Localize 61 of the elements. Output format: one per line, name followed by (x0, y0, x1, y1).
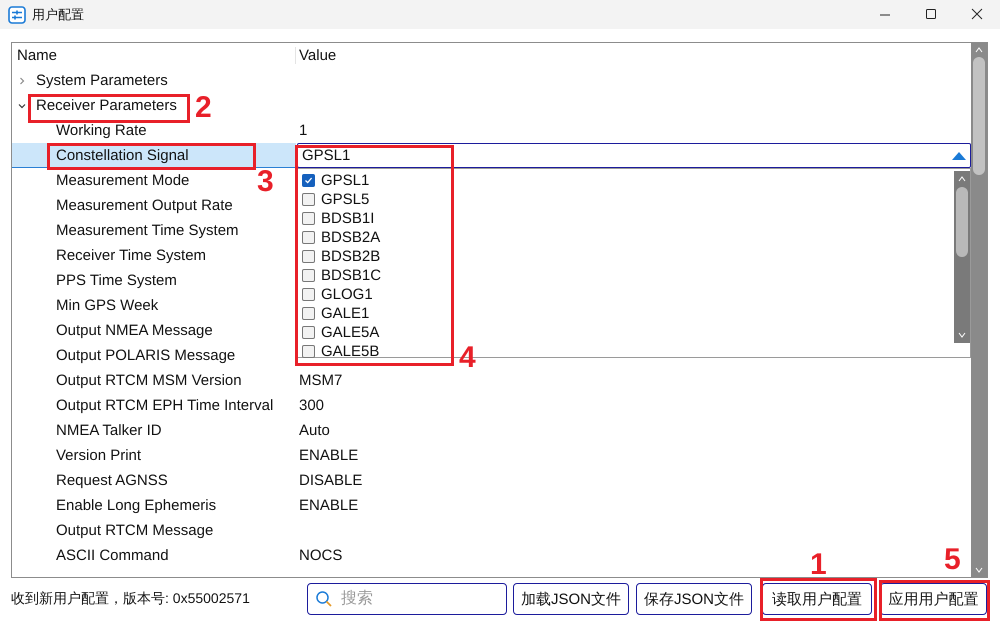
annotation-number: 3 (257, 167, 274, 197)
name-cell[interactable]: Output NMEA Message (56, 322, 213, 339)
name-cell[interactable]: Output RTCM MSM Version (56, 372, 242, 389)
checkbox-option[interactable]: BDSB2B (298, 247, 380, 266)
column-header[interactable]: Name (12, 47, 296, 64)
annotation-number: 2 (195, 93, 212, 123)
tree-item[interactable]: Receiver Parameters (36, 97, 177, 114)
name-cell[interactable]: NMEA Talker ID (56, 422, 162, 439)
name-cell[interactable]: Measurement Time System (56, 222, 239, 239)
tree-item[interactable]: System Parameters (36, 72, 168, 89)
checkbox-option[interactable]: GPSL1 (298, 171, 370, 190)
value-cell-text: ENABLE (298, 497, 358, 514)
checkbox-option[interactable]: GALE5B (298, 342, 380, 361)
app-icon (8, 6, 26, 24)
dropdown-field[interactable]: GPSL1 (297, 143, 971, 168)
checkbox-option[interactable]: BDSB2A (298, 228, 380, 247)
checkbox-option[interactable]: GLOG1 (298, 285, 373, 304)
checkbox-option[interactable]: GPSL5 (298, 190, 370, 209)
annotation-number: 1 (810, 550, 827, 580)
name-cell[interactable]: Measurement Output Rate (56, 197, 233, 214)
status-text: 收到新用户配置，版本号: 0x55002571 (11, 590, 251, 608)
checkbox-option[interactable]: BDSB1I (298, 209, 374, 228)
search-field[interactable]: 搜索 (307, 583, 507, 615)
annotation-number: 5 (944, 545, 961, 575)
name-cell[interactable]: Output POLARIS Message (56, 347, 236, 364)
name-cell[interactable]: Enable Long Ephemeris (56, 497, 216, 514)
value-cell-text: Auto (298, 422, 330, 439)
name-cell[interactable]: Min GPS Week (56, 297, 158, 314)
name-cell[interactable]: Request AGNSS (56, 472, 168, 489)
value-cell-text: ENABLE (298, 447, 358, 464)
action-button[interactable]: 保存JSON文件 (636, 583, 752, 615)
window-title: 用户配置 (32, 6, 84, 24)
scrollbar[interactable] (954, 171, 970, 343)
value-cell-text: DISABLE (298, 472, 362, 489)
scrollbar-thumb[interactable] (956, 187, 968, 257)
name-cell[interactable]: Version Print (56, 447, 142, 464)
scrollbar[interactable] (971, 43, 987, 577)
check-icon (304, 176, 313, 185)
scrollbar-thumb[interactable] (973, 57, 985, 175)
checkbox-option[interactable]: GALE5A (298, 323, 380, 342)
name-cell[interactable]: Working Rate (56, 122, 147, 139)
name-cell[interactable]: Constellation Signal (56, 146, 189, 164)
value-cell-text: NOCS (298, 547, 342, 564)
name-cell[interactable]: Receiver Time System (56, 247, 206, 264)
action-button[interactable]: 应用用户配置 (880, 583, 987, 615)
name-cell[interactable]: Output RTCM Message (56, 522, 214, 539)
action-button[interactable]: 读取用户配置 (762, 583, 872, 615)
value-cell-text: 300 (298, 397, 324, 414)
search-icon (315, 590, 333, 608)
name-cell[interactable]: Output RTCM EPH Time Interval (56, 397, 274, 414)
name-cell[interactable]: PPS Time System (56, 272, 177, 289)
checkbox-option[interactable]: GALE1 (298, 304, 370, 323)
name-cell[interactable]: ASCII Command (56, 547, 169, 564)
action-button[interactable]: 加载JSON文件 (513, 583, 629, 615)
value-cell-text: 1 (298, 122, 308, 139)
value-cell-text: MSM7 (298, 372, 342, 389)
checkbox-option[interactable]: BDSB1C (298, 266, 382, 285)
name-cell[interactable]: Measurement Mode (56, 172, 190, 189)
annotation-number: 4 (459, 343, 476, 373)
column-header[interactable]: Value (296, 47, 336, 64)
dropdown-arrow-icon[interactable] (952, 152, 966, 160)
